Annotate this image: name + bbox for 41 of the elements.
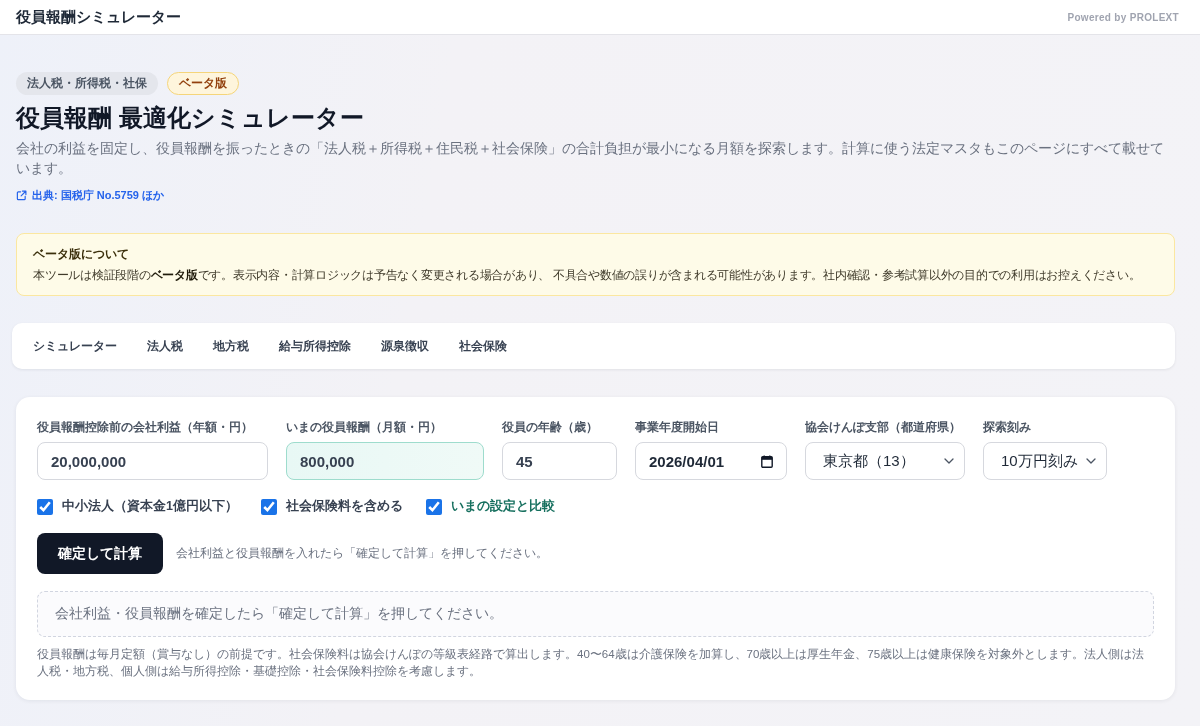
tab[interactable]: 法人税 [147, 334, 183, 358]
result-placeholder-panel: 会社利益・役員報酬を確定したら「確定して計算」を押してください。 [37, 591, 1154, 637]
tab[interactable]: シミュレーター [33, 334, 117, 358]
tab[interactable]: 社会保険 [459, 334, 507, 358]
page-title: 役員報酬 最適化シミュレーター [16, 103, 365, 133]
number-input[interactable]: 45 [502, 442, 617, 480]
date-input[interactable]: 2026/04/01 [635, 442, 787, 480]
checkbox[interactable] [425, 498, 442, 515]
field-label: 事業年度開始日 [635, 419, 720, 435]
beta-tag: ベータ版 [167, 72, 239, 95]
field-label: 探索刻み [983, 419, 1032, 435]
calculate-button[interactable]: 確定して計算 [37, 533, 163, 574]
number-input[interactable]: 800,000 [286, 442, 484, 480]
dropdown[interactable]: 東京都（13） [805, 442, 965, 480]
checkbox-label: 中小法人（資本金1億円以下） [62, 498, 238, 515]
notice-text: 本ツールは検証段階のベータ版です。表示内容・計算ロジックは予告なく変更される場合があり、 不具合や数値の誤りが含まれる可能性があります。社内確認・参考試算以外の目的での利用はお控えください。 [33, 268, 1142, 284]
checkbox[interactable] [37, 498, 53, 515]
checkbox-label: 社会保険料を含める [285, 498, 403, 515]
powered-by-text: Powered by PROLEXT [1067, 11, 1179, 23]
checkbox[interactable] [260, 498, 277, 515]
calendar-icon [761, 454, 773, 468]
page-description: 会社の利益を固定し、役員報酬を振ったときの「法人税＋所得税＋住民税＋社会保険」の合計負担が最小になる月額を探索します。計算に使う法定マスタもこのページにすべて載せています。 [16, 139, 1165, 178]
tab[interactable]: 地方税 [213, 334, 249, 358]
source-link[interactable]: 出典: 国税庁 No.5759 ほか [16, 188, 165, 203]
app-title: 役員報酬シミュレーター [16, 7, 181, 27]
external-link-icon [16, 190, 27, 201]
footnote-text: 役員報酬は毎月定額（賞与なし）の前提です。社会保険料は協会けんぽの等級表経路で算出します。40〜64歳は介護保険を加算し、70歳以上は厚生年金、75歳以上は健康保険を対象外とします。法人側は法人税・地方税、個人側は給与所得控除・基礎控除・社会保険料控除を考慮します。 [37, 647, 1146, 679]
chevron-down-icon [1086, 458, 1096, 464]
tab[interactable]: 給与所得控除 [279, 334, 351, 358]
chevron-down-icon [944, 458, 954, 464]
checkbox-label: いまの設定と比較 [450, 498, 555, 515]
hint-text: 会社利益と役員報酬を入れたら「確定して計算」を押してください。 [176, 546, 548, 561]
notice-title: ベータ版について [33, 246, 130, 263]
dropdown[interactable]: 10万円刻み [983, 442, 1107, 480]
field-label: いまの役員報酬（月額・円） [286, 419, 443, 435]
field-label: 役員報酬控除前の会社利益（年額・円） [37, 419, 254, 435]
tab[interactable]: 源泉徴収 [381, 334, 429, 358]
number-input[interactable]: 20,000,000 [37, 442, 268, 480]
category-tag: 法人税・所得税・社保 [16, 72, 158, 95]
field-label: 役員の年齢（歳） [502, 419, 599, 435]
field-label: 協会けんぽ支部（都道府県） [805, 419, 962, 435]
